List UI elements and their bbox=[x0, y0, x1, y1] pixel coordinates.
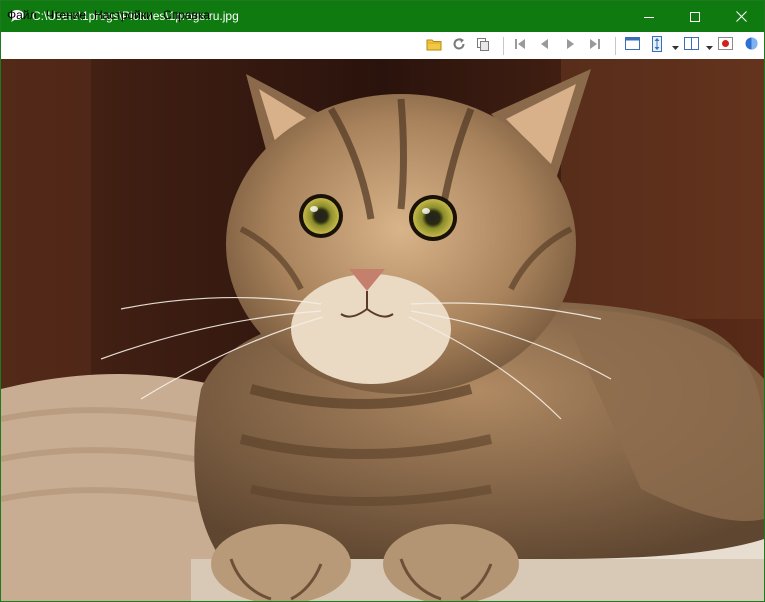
minimize-icon bbox=[644, 12, 654, 22]
fit-height-button[interactable] bbox=[647, 35, 667, 57]
fit-height-icon bbox=[652, 35, 662, 57]
globe-icon bbox=[745, 37, 758, 55]
copy-icon bbox=[476, 37, 490, 56]
maximize-icon bbox=[690, 11, 700, 22]
window-mode-button[interactable] bbox=[622, 36, 642, 56]
cat-photo bbox=[1, 59, 764, 601]
minimize-button[interactable] bbox=[626, 1, 672, 32]
menu-file[interactable]: Файл bbox=[7, 8, 37, 22]
close-button[interactable] bbox=[718, 1, 764, 32]
menu-help[interactable]: Справка bbox=[163, 8, 210, 22]
image-viewport[interactable] bbox=[1, 59, 764, 601]
last-icon bbox=[588, 37, 602, 56]
app-window: C:\Users\1progs\Pictures\1progs.ru.jpg Ф… bbox=[0, 0, 765, 602]
layout-icon bbox=[683, 37, 699, 55]
globe-button[interactable] bbox=[741, 36, 761, 56]
next-image-button[interactable] bbox=[560, 36, 580, 56]
first-icon bbox=[513, 37, 527, 56]
layout-dropdown[interactable] bbox=[704, 36, 714, 56]
open-folder-icon bbox=[426, 37, 442, 56]
previous-icon bbox=[538, 37, 552, 56]
next-icon bbox=[563, 37, 577, 56]
record-button[interactable] bbox=[715, 36, 735, 56]
open-folder-button[interactable] bbox=[424, 36, 444, 56]
first-image-button[interactable] bbox=[510, 36, 530, 56]
copy-button[interactable] bbox=[473, 36, 493, 56]
record-icon bbox=[717, 37, 733, 55]
toolbar-separator bbox=[503, 37, 504, 55]
layout-button[interactable] bbox=[681, 36, 701, 56]
fit-height-dropdown[interactable] bbox=[670, 36, 680, 56]
chevron-down-icon bbox=[705, 37, 713, 55]
previous-image-button[interactable] bbox=[535, 36, 555, 56]
maximize-button[interactable] bbox=[672, 1, 718, 32]
last-image-button[interactable] bbox=[585, 36, 605, 56]
window-icon bbox=[624, 37, 640, 55]
menu-settings[interactable]: Настройки bbox=[94, 8, 153, 22]
menu-reading[interactable]: Чтение bbox=[46, 8, 86, 22]
refresh-icon bbox=[452, 37, 466, 56]
chevron-down-icon bbox=[671, 37, 679, 55]
close-icon bbox=[735, 11, 747, 22]
toolbar-separator bbox=[615, 37, 616, 55]
refresh-button[interactable] bbox=[449, 36, 469, 56]
